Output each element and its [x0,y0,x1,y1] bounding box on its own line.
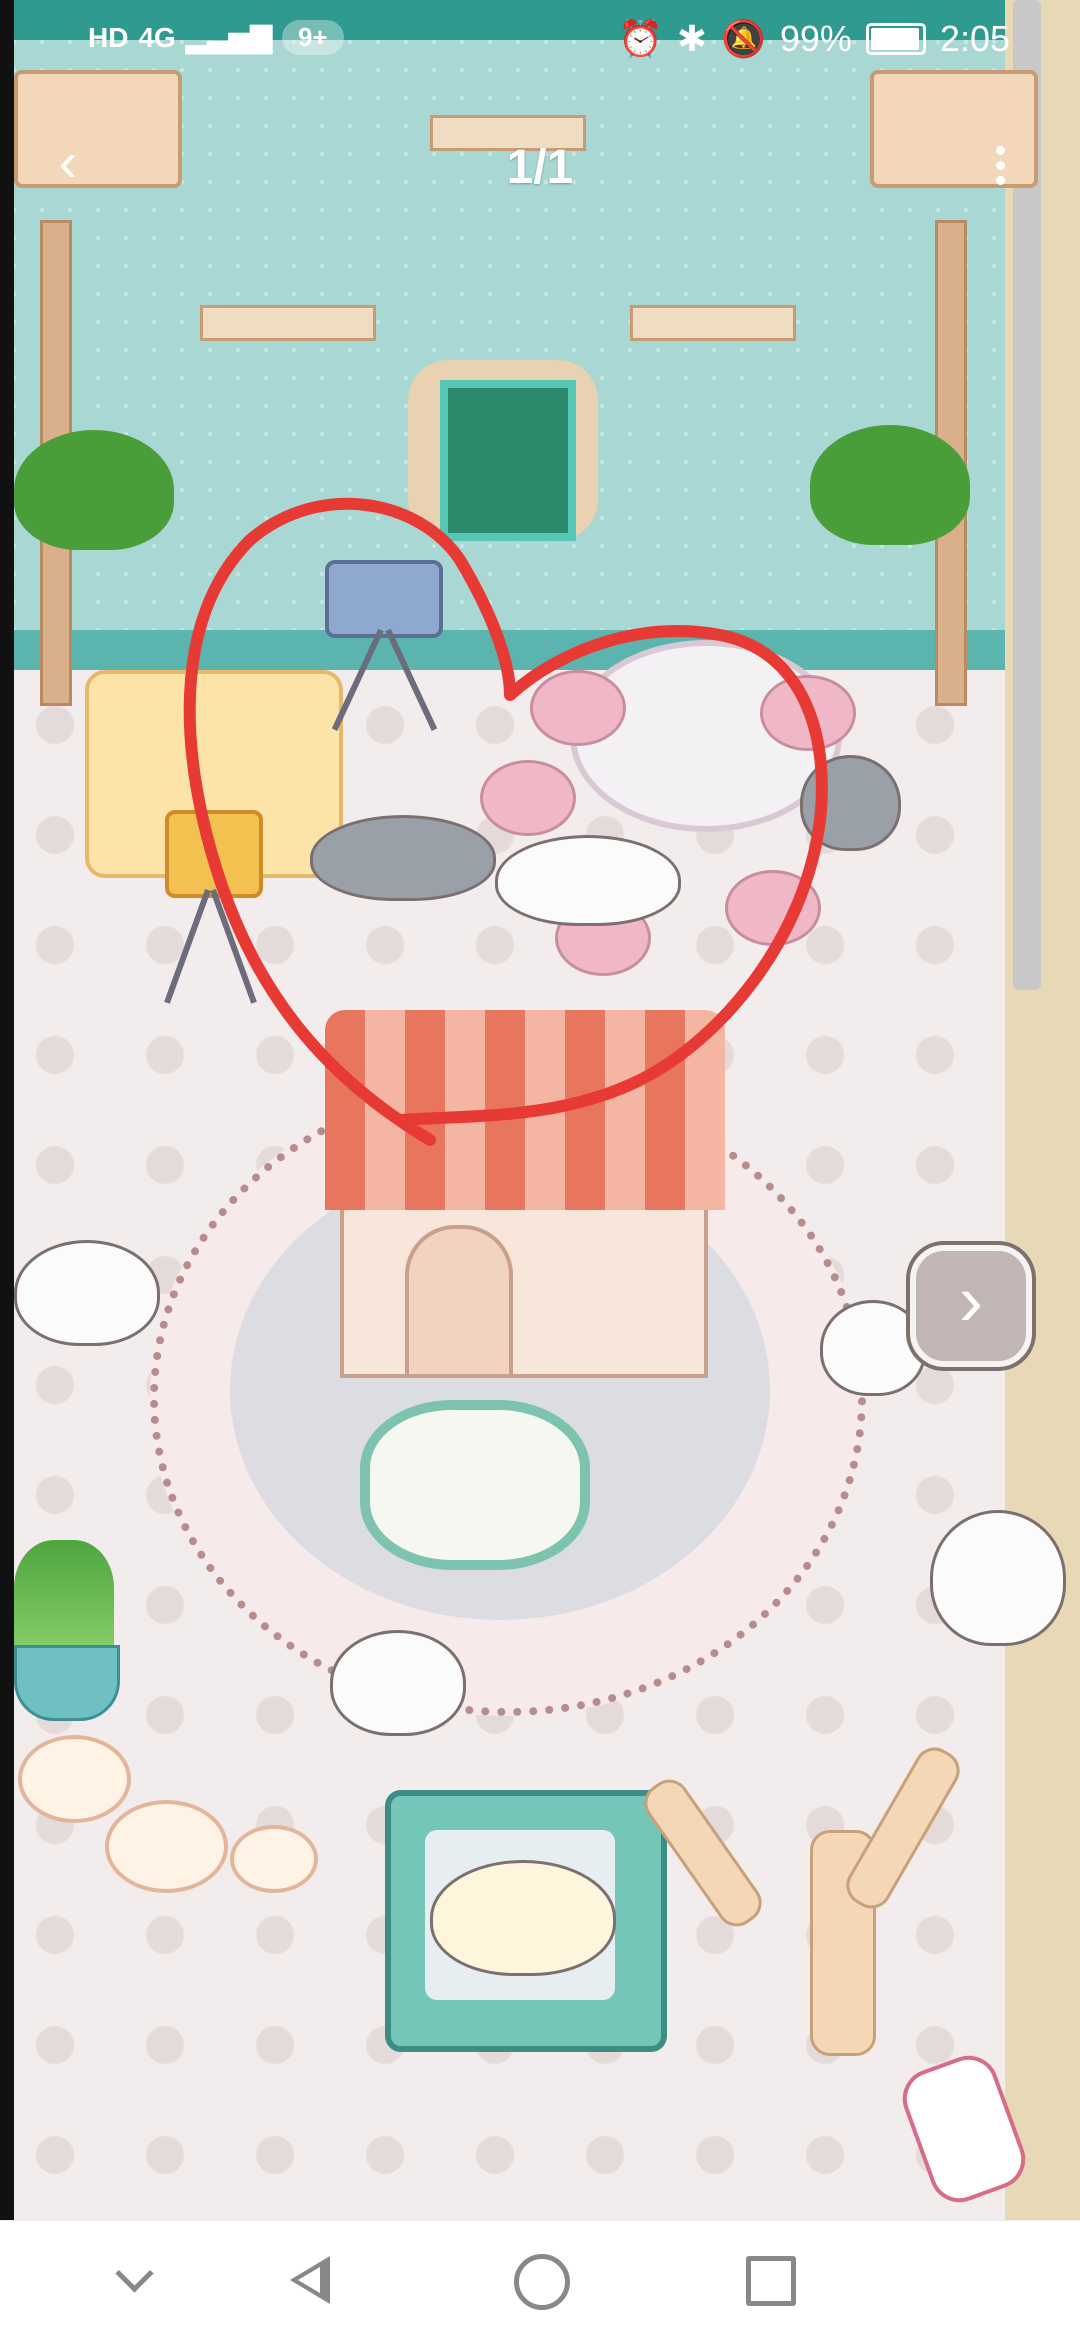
battery-icon [865,23,926,55]
signal-icon: ▂▃▅▇ [185,22,272,53]
status-bar: HD 4G ▂▃▅▇ 9+ ⏰ ✱ 🔕 99% 2:05 [0,0,1080,80]
notification-badge: 9+ [281,20,344,55]
heart-annotation [183,497,828,1146]
network-type: HD [88,21,129,53]
more-options-button[interactable] [990,140,1010,190]
signal-type: 4G [138,21,176,53]
clock: 2:05 [939,18,1010,59]
next-arrow-button: › [910,1245,1032,1367]
status-left: HD 4G ▂▃▅▇ 9+ [88,20,344,55]
mute-icon: 🔕 [721,18,766,59]
bluetooth-icon: ✱ [676,18,708,59]
image-counter: 1/1 [506,141,574,194]
more-vertical-icon [990,146,1010,185]
battery-percent: 99% [779,18,852,59]
back-triangle-icon[interactable] [280,2250,340,2310]
screenshot-viewer: › HD 4G ▂▃▅▇ 9+ ⏰ ✱ 🔕 99% 2:05 ‹ 1/1 [0,0,1080,2340]
alarm-icon: ⏰ [618,18,663,59]
home-circle-icon[interactable] [510,2250,570,2310]
recents-square-icon[interactable] [740,2250,800,2310]
status-right: ⏰ ✱ 🔕 99% 2:05 [618,18,1010,60]
chevron-down-icon[interactable] [105,2250,165,2310]
